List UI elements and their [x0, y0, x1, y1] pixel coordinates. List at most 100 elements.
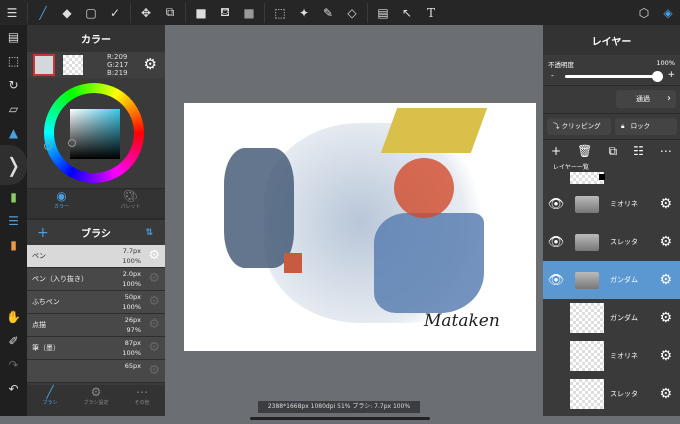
opacity-slider-handle[interactable] — [652, 71, 663, 82]
ruler-icon[interactable]: ▱ — [0, 97, 27, 121]
opacity-minus-button[interactable]: - — [551, 71, 554, 80]
brush-item[interactable]: 点描 26px 97% ⚙ — [27, 314, 165, 337]
expand-panel-icon[interactable]: ❭ — [0, 145, 27, 185]
sv-handle[interactable] — [68, 139, 76, 147]
select-check-icon[interactable]: ✓ — [103, 0, 127, 25]
eraser-icon[interactable]: ◆ — [55, 0, 79, 25]
brush-opacity: 100% — [122, 280, 141, 288]
brush-item[interactable]: 筆（墨） 87px 100% ⚙ — [27, 337, 165, 360]
green-value: G:217 — [107, 61, 129, 69]
select-pen-icon[interactable]: ✎ — [316, 0, 340, 25]
layer-gear-icon[interactable]: ⚙ — [659, 272, 672, 288]
layer-gear-icon[interactable]: ⚙ — [659, 196, 672, 212]
bucket-icon[interactable]: ⛾ — [213, 0, 237, 25]
hue-handle[interactable] — [44, 142, 52, 150]
layer-row[interactable]: 👁︎ スレッタ ⚙ — [543, 223, 680, 261]
brush-size: 7.7px — [122, 247, 141, 255]
brush-item[interactable]: 65px ⚙ — [27, 360, 165, 383]
move-icon[interactable]: ✥ — [134, 0, 158, 25]
lock-button[interactable]: 🔒︎ ロック — [615, 118, 677, 135]
layer-list-icon[interactable]: ☰ — [0, 209, 27, 233]
color-settings-gear-icon[interactable]: ⚙ — [144, 55, 157, 73]
transform-icon[interactable]: ⧉ — [158, 0, 182, 25]
brush-item[interactable]: ペン（入り抜き） 2.0px 100% ⚙ — [27, 268, 165, 291]
tab-brush-settings[interactable]: ⚙ ブラシ設定 — [73, 385, 119, 416]
magic-wand-icon[interactable]: ✦ — [292, 0, 316, 25]
materials-icon[interactable]: ⬡ — [632, 0, 656, 25]
brush-panel-header: + ブラシ ⇅ — [27, 220, 165, 245]
opacity-plus-button[interactable]: + — [667, 70, 675, 80]
add-brush-icon[interactable]: + — [37, 225, 49, 241]
undo-icon[interactable]: ↶ — [0, 377, 27, 401]
menu-icon[interactable]: ☰ — [0, 0, 24, 25]
tab-palette[interactable]: 🎨︎ パレット — [96, 189, 165, 218]
layer-name: ガンダム — [610, 314, 638, 322]
brush-icon[interactable]: ╱ — [31, 0, 55, 25]
sort-brush-icon[interactable]: ⇅ — [145, 228, 153, 238]
brush-gear-icon[interactable]: ⚙ — [148, 248, 160, 263]
select-eraser-icon[interactable]: ◇ — [340, 0, 364, 25]
layer-name: ミオリネ — [610, 352, 638, 360]
rectangle-icon[interactable]: ▢ — [79, 0, 103, 25]
delete-layer-icon[interactable]: 🗑︎ — [577, 144, 592, 158]
add-layer-icon[interactable]: + — [551, 144, 561, 158]
pages-icon[interactable]: ▤ — [0, 25, 27, 49]
layer-row[interactable]: 👁︎ ミオリネ ⚙ — [543, 185, 680, 223]
more-icon[interactable]: ⋯ — [660, 144, 672, 158]
hand-icon[interactable]: ✋ — [0, 305, 27, 329]
tab-color[interactable]: ◉ カラー — [27, 189, 96, 218]
red-value: R:209 — [107, 53, 128, 61]
tab-other[interactable]: ⋯ その他 — [119, 385, 165, 416]
layer-gear-icon[interactable]: ⚙ — [659, 348, 672, 364]
eyedropper-icon[interactable]: ✐ — [0, 329, 27, 353]
layer-row[interactable]: ミオリネ ⚙ — [543, 337, 680, 375]
fill-color-icon[interactable]: ■ — [189, 0, 213, 25]
gradient-icon[interactable]: ■ — [237, 0, 261, 25]
home-indicator — [250, 417, 430, 420]
brush-gear-icon[interactable]: ⚙ — [148, 317, 160, 332]
rotate-icon[interactable]: ↻ — [0, 73, 27, 97]
color-bar-icon[interactable]: ▮ — [0, 185, 27, 209]
brush-gear-icon[interactable]: ⚙ — [148, 340, 160, 355]
layer-gear-icon[interactable]: ⚙ — [659, 234, 672, 250]
brush-item[interactable]: ペン 7.7px 100% ⚙ — [27, 245, 165, 268]
eye-icon[interactable]: 👁︎ — [543, 197, 569, 212]
saturation-value-square[interactable] — [70, 109, 120, 159]
layer-row[interactable]: ガンダム ⚙ — [543, 299, 680, 337]
opacity-slider[interactable] — [565, 75, 658, 78]
foreground-color-swatch[interactable] — [33, 54, 55, 76]
marquee-icon[interactable]: ⬚ — [268, 0, 292, 25]
brush-gear-icon[interactable]: ⚙ — [148, 271, 160, 286]
layers-icon[interactable]: ◈ — [656, 0, 680, 25]
brush-opacity: 100% — [122, 349, 141, 357]
blend-mode-button[interactable]: 通過 › — [616, 90, 676, 108]
brush-panel-title: ブラシ — [81, 229, 111, 240]
brush-panel-icon[interactable]: ▲ — [0, 121, 27, 145]
select-arrow-icon[interactable]: ↖ — [395, 0, 419, 25]
layer-row[interactable]: スレッタ ⚙ — [543, 375, 680, 413]
layer-gear-icon[interactable]: ⚙ — [659, 386, 672, 402]
layer-menu-list-icon[interactable]: ☷ — [633, 144, 644, 158]
eye-icon[interactable]: 👁︎ — [543, 273, 569, 288]
clipping-button[interactable]: ⤵ クリッピング — [547, 118, 611, 135]
brush-name: ペン — [32, 252, 46, 260]
brush-gear-icon[interactable]: ⚙ — [148, 363, 160, 378]
layer-list-label: レイヤー一覧 — [553, 164, 589, 171]
left-tool-strip: ▤ ⬚ ↻ ▱ ▲ ❭ ▮ ☰ ▮ ✋ ✐ ↷ ↶ — [0, 25, 27, 416]
copy-layer-icon[interactable]: ⧉ — [608, 144, 617, 159]
layer-list: 👁︎ ミオリネ ⚙ 👁︎ スレッタ ⚙ 👁︎ ガンダム ⚙ ガンダム ⚙ ミオリネ ⚙ スレッタ ⚙ — [543, 185, 680, 413]
background-color-swatch[interactable] — [63, 55, 83, 75]
selection-list-icon[interactable]: ⬚ — [0, 49, 27, 73]
canvas[interactable]: Mataken — [184, 103, 536, 351]
text-icon[interactable]: T — [419, 0, 443, 25]
palette-strip-icon[interactable]: ▮ — [0, 233, 27, 257]
brush-item[interactable]: ふちペン 50px 100% ⚙ — [27, 291, 165, 314]
artist-signature: Mataken — [424, 311, 500, 331]
redo-icon[interactable]: ↷ — [0, 353, 27, 377]
brush-gear-icon[interactable]: ⚙ — [148, 294, 160, 309]
layer-gear-icon[interactable]: ⚙ — [659, 310, 672, 326]
layout-icon[interactable]: ▤ — [371, 0, 395, 25]
layer-row[interactable]: 👁︎ ガンダム ⚙ — [543, 261, 680, 299]
tab-brush[interactable]: ╱ ブラシ — [27, 385, 73, 416]
eye-icon[interactable]: 👁︎ — [543, 235, 569, 250]
